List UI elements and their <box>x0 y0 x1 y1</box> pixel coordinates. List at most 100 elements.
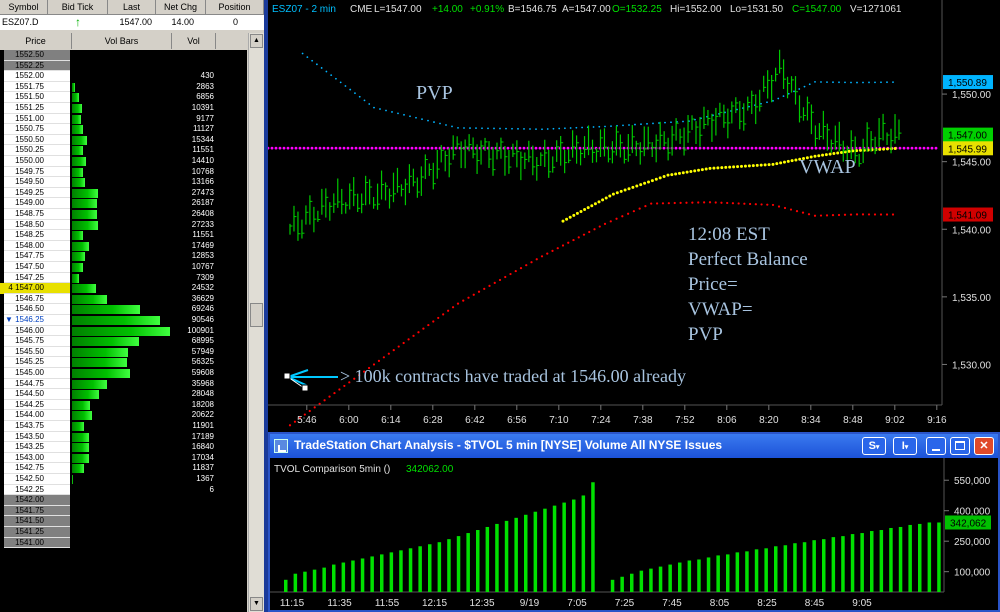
dom-row-price[interactable]: 1543.50 <box>4 431 70 443</box>
dom-row-price[interactable]: 1543.00 <box>4 452 70 464</box>
dom-row[interactable]: 1545.50 57949 <box>0 346 247 358</box>
dom-row[interactable]: 1544.75 35968 <box>0 378 247 390</box>
dom-row-price[interactable]: 1541.25 <box>4 527 70 538</box>
dom-row-price[interactable]: 1544.75 <box>4 378 70 390</box>
scroll-thumb[interactable] <box>250 303 263 327</box>
dom-row[interactable]: 1551.75 2863 <box>0 81 247 93</box>
dom-row[interactable]: 1543.25 16840 <box>0 442 247 453</box>
dom-row[interactable]: 1542.50 1367 <box>0 474 247 485</box>
position-header[interactable]: Position <box>206 0 264 15</box>
window-titlebar[interactable]: TradeStation Chart Analysis - $TVOL 5 mi… <box>270 434 998 458</box>
dom-row-price[interactable]: 1544.25 <box>4 399 70 411</box>
dom-row[interactable]: 1547.25 7309 <box>0 272 247 284</box>
tvol-chart-window[interactable]: TradeStation Chart Analysis - $TVOL 5 mi… <box>268 432 1000 612</box>
dom-row[interactable]: 1541.50 <box>0 516 247 527</box>
quote-row[interactable]: ESZ07.D ↑ 1547.00 14.00 0 <box>0 15 264 30</box>
dom-row-price[interactable]: 1548.75 <box>4 209 70 220</box>
dom-row-price[interactable]: 1547.50 <box>4 262 70 273</box>
dom-row-price[interactable]: 1545.25 <box>4 357 70 368</box>
dom-row-price[interactable]: 1545.00 <box>4 368 70 379</box>
dom-row-price[interactable]: 1551.00 <box>4 113 70 125</box>
dom-row[interactable]: 1545.00 59608 <box>0 368 247 379</box>
dom-row[interactable]: 1546.00 100901 <box>0 325 247 337</box>
dom-row[interactable]: 1551.00 9177 <box>0 113 247 125</box>
strategy-menu-button[interactable]: S▾ <box>862 437 886 455</box>
dom-row-price[interactable]: 1551.50 <box>4 92 70 103</box>
symbol-header[interactable]: Symbol <box>0 0 48 15</box>
dom-row[interactable]: 1541.00 <box>0 537 247 549</box>
indicator-menu-button[interactable]: I▾ <box>893 437 917 455</box>
dom-row-price[interactable]: 1548.50 <box>4 219 70 231</box>
dom-row[interactable]: 1546.50 69246 <box>0 304 247 315</box>
dom-row[interactable]: 1550.75 11127 <box>0 124 247 135</box>
last-header[interactable]: Last <box>108 0 156 15</box>
dom-row[interactable]: 1542.00 <box>0 495 247 506</box>
dom-row[interactable]: 1541.25 <box>0 527 247 538</box>
vol-bars-column-header[interactable]: Vol Bars <box>72 33 172 49</box>
dom-row-price[interactable]: 1551.75 <box>4 81 70 93</box>
dom-row-price[interactable]: 1550.50 <box>4 134 70 146</box>
dom-row-price[interactable]: 1549.75 <box>4 166 70 178</box>
dom-row-price[interactable]: 1543.75 <box>4 421 70 432</box>
dom-row[interactable]: 1550.25 11551 <box>0 145 247 156</box>
net-chg-header[interactable]: Net Chg <box>156 0 206 15</box>
price-column-header[interactable]: Price <box>0 33 72 49</box>
dom-row[interactable]: ▼ 1546.25 90546 <box>0 315 247 326</box>
dom-row[interactable]: 1548.50 27233 <box>0 219 247 231</box>
dom-row-price[interactable]: 1551.25 <box>4 103 70 114</box>
dom-row-price[interactable]: 1546.75 <box>4 293 70 305</box>
price-chart[interactable]: ESZ07 - 2 min CME L=1547.00 +14.00 +0.91… <box>266 0 1000 430</box>
vol-column-header[interactable]: Vol <box>172 33 216 49</box>
dom-row-price[interactable]: 1552.25 <box>4 60 70 72</box>
dom-row-price[interactable]: 1547.75 <box>4 251 70 262</box>
dom-row[interactable]: 1551.50 6856 <box>0 92 247 103</box>
dom-row[interactable]: 1548.00 17469 <box>0 240 247 252</box>
dom-row[interactable]: 1551.25 10391 <box>0 103 247 114</box>
bid-tick-header[interactable]: Bid Tick <box>48 0 108 15</box>
dom-row[interactable]: 1550.00 14410 <box>0 156 247 167</box>
dom-row[interactable]: 1541.75 <box>0 505 247 517</box>
dom-row[interactable]: 1543.50 17189 <box>0 431 247 443</box>
minimize-button[interactable] <box>926 437 946 455</box>
maximize-button[interactable] <box>950 437 970 455</box>
dom-row[interactable]: 1543.75 11901 <box>0 421 247 432</box>
dom-row[interactable]: 1543.00 17034 <box>0 452 247 464</box>
dom-row[interactable]: 1549.25 27473 <box>0 187 247 199</box>
dom-row-price[interactable]: 1541.50 <box>4 516 70 527</box>
dom-row-price[interactable]: 1541.75 <box>4 505 70 517</box>
dom-row-price[interactable]: 1542.00 <box>4 495 70 506</box>
dom-row-price[interactable]: 1542.75 <box>4 463 70 474</box>
dom-ladder[interactable]: 1552.50 1552.25 1552.00 430 1551.75 2863 1551.… <box>0 50 247 612</box>
dom-row[interactable]: 1546.75 36629 <box>0 293 247 305</box>
dom-row[interactable]: 1547.75 12853 <box>0 251 247 262</box>
scroll-down-icon[interactable]: ▼ <box>250 597 263 611</box>
dom-row[interactable]: 1552.50 <box>0 50 247 61</box>
dom-row-price[interactable]: 1542.50 <box>4 474 70 485</box>
dom-row-price[interactable]: 1546.50 <box>4 304 70 315</box>
dom-row-price[interactable]: 1548.25 <box>4 230 70 241</box>
dom-row-price[interactable]: ▼ 1546.25 <box>4 315 70 326</box>
dom-row[interactable]: 1549.75 10768 <box>0 166 247 178</box>
dom-row-price[interactable]: 1550.25 <box>4 145 70 156</box>
close-button[interactable]: ✕ <box>974 437 994 455</box>
dom-row[interactable]: 1552.00 430 <box>0 71 247 82</box>
dom-row-price[interactable]: 4 1547.00 <box>4 283 70 294</box>
dom-row[interactable]: 1552.25 <box>0 60 247 72</box>
dom-scrollbar[interactable]: ▲ ▼ <box>248 33 264 612</box>
dom-row-price[interactable]: 1552.00 <box>4 71 70 82</box>
dom-row[interactable]: 1548.75 26408 <box>0 209 247 220</box>
dom-row[interactable]: 1544.25 18208 <box>0 399 247 411</box>
dom-row[interactable]: 1550.50 15344 <box>0 134 247 146</box>
dom-row-price[interactable]: 1550.75 <box>4 124 70 135</box>
dom-row[interactable]: 1548.25 11551 <box>0 230 247 241</box>
dom-row-price[interactable]: 1550.00 <box>4 156 70 167</box>
dom-row[interactable]: 1542.75 11837 <box>0 463 247 474</box>
dom-row-price[interactable]: 1549.25 <box>4 187 70 199</box>
dom-row-price[interactable]: 1542.25 <box>4 484 70 496</box>
dom-row[interactable]: 1544.50 28048 <box>0 389 247 400</box>
dom-row[interactable]: 1547.50 10767 <box>0 262 247 273</box>
dom-row-price[interactable]: 1547.25 <box>4 272 70 284</box>
dom-row-price[interactable]: 1546.00 <box>4 325 70 337</box>
dom-row-price[interactable]: 1543.25 <box>4 442 70 453</box>
scroll-up-icon[interactable]: ▲ <box>250 34 263 48</box>
